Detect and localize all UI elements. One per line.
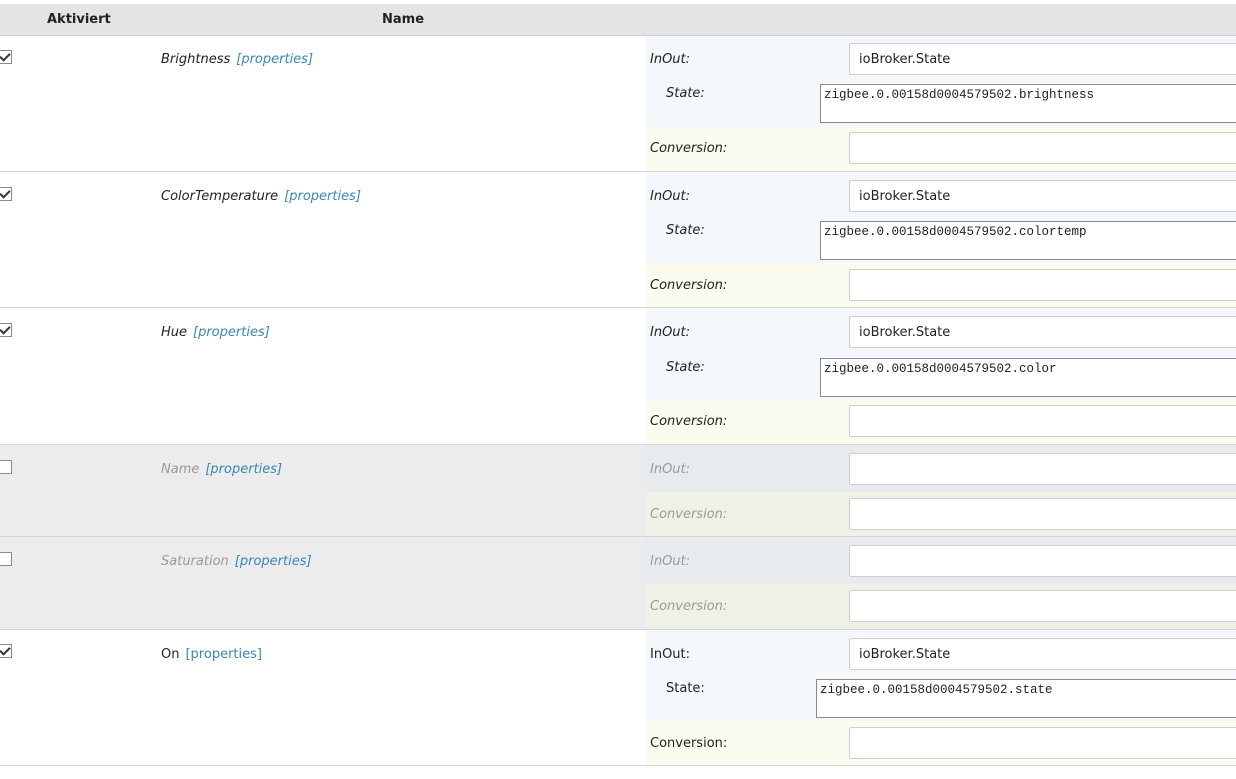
inout-label: InOut: bbox=[650, 647, 691, 662]
inout-label: InOut: bbox=[650, 554, 691, 569]
state-label: State: bbox=[666, 223, 705, 238]
conversion-label: Conversion: bbox=[650, 141, 728, 156]
properties-link[interactable]: [properties] bbox=[185, 647, 261, 662]
properties-link[interactable]: [properties] bbox=[236, 52, 313, 67]
property-name: ColorTemperature [properties] bbox=[161, 189, 361, 204]
conversion-label: Conversion: bbox=[650, 507, 728, 522]
state-input[interactable]: zigbee.0.00158d0004579502.colortemp bbox=[820, 221, 1236, 260]
state-input[interactable]: zigbee.0.00158d0004579502.state bbox=[816, 679, 1236, 718]
table-header: Aktiviert Name bbox=[0, 4, 1236, 36]
property-name: Saturation [properties] bbox=[161, 554, 312, 569]
conversion-field[interactable] bbox=[849, 132, 1236, 164]
enabled-checkbox[interactable] bbox=[0, 50, 12, 64]
property-label: Name bbox=[161, 462, 200, 477]
conversion-label: Conversion: bbox=[650, 736, 728, 751]
inout-field[interactable] bbox=[849, 545, 1236, 577]
state-input[interactable]: zigbee.0.00158d0004579502.color bbox=[820, 358, 1236, 397]
property-name: Hue [properties] bbox=[161, 325, 270, 340]
conversion-field[interactable] bbox=[849, 727, 1236, 759]
inout-field[interactable]: ioBroker.State bbox=[849, 316, 1236, 348]
enabled-checkbox[interactable] bbox=[0, 644, 12, 658]
table-row: Saturation [properties] InOut: Conversion… bbox=[0, 537, 1236, 630]
properties-link[interactable]: [properties] bbox=[284, 189, 361, 204]
inout-label: InOut: bbox=[650, 52, 691, 67]
inout-field[interactable] bbox=[849, 453, 1236, 485]
table-row: ColorTemperature [properties] InOut: ioBr… bbox=[0, 172, 1236, 308]
properties-link[interactable]: [properties] bbox=[205, 462, 282, 477]
conversion-label: Conversion: bbox=[650, 414, 728, 429]
state-label: State: bbox=[666, 86, 705, 101]
table-row: On [properties] InOut: ioBroker.State Sta… bbox=[0, 630, 1236, 766]
enabled-checkbox[interactable] bbox=[0, 552, 12, 566]
inout-label: InOut: bbox=[650, 462, 691, 477]
inout-field[interactable]: ioBroker.State bbox=[849, 638, 1236, 670]
properties-link[interactable]: [properties] bbox=[235, 554, 312, 569]
property-label: ColorTemperature bbox=[161, 189, 279, 204]
conversion-field[interactable] bbox=[849, 498, 1236, 530]
state-label: State: bbox=[666, 360, 705, 375]
conversion-field[interactable] bbox=[849, 269, 1236, 301]
state-input[interactable]: zigbee.0.00158d0004579502.brightness bbox=[820, 84, 1236, 123]
conversion-label: Conversion: bbox=[650, 278, 728, 293]
property-name: Name [properties] bbox=[161, 462, 282, 477]
table-row: Name [properties] InOut: Conversion: bbox=[0, 445, 1236, 537]
inout-field[interactable]: ioBroker.State bbox=[849, 180, 1236, 212]
conversion-label: Conversion: bbox=[650, 599, 728, 614]
table-row: Hue [properties] InOut: ioBroker.State St… bbox=[0, 308, 1236, 445]
property-label: Saturation bbox=[161, 554, 229, 569]
conversion-field[interactable] bbox=[849, 405, 1236, 437]
enabled-checkbox[interactable] bbox=[0, 187, 12, 201]
inout-field[interactable]: ioBroker.State bbox=[849, 43, 1236, 75]
properties-link[interactable]: [properties] bbox=[193, 325, 270, 340]
property-label: On bbox=[161, 647, 180, 662]
property-label: Brightness bbox=[161, 52, 231, 67]
enabled-checkbox[interactable] bbox=[0, 323, 12, 337]
conversion-field[interactable] bbox=[849, 590, 1236, 622]
inout-label: InOut: bbox=[650, 325, 691, 340]
header-enabled: Aktiviert bbox=[47, 12, 111, 27]
table-row: Brightness [properties] InOut: ioBroker.S… bbox=[0, 36, 1236, 172]
property-label: Hue bbox=[161, 325, 188, 340]
property-name: On [properties] bbox=[161, 647, 262, 662]
state-label: State: bbox=[666, 681, 705, 696]
inout-label: InOut: bbox=[650, 189, 691, 204]
enabled-checkbox[interactable] bbox=[0, 460, 12, 474]
property-name: Brightness [properties] bbox=[161, 52, 313, 67]
header-name: Name bbox=[382, 12, 425, 27]
